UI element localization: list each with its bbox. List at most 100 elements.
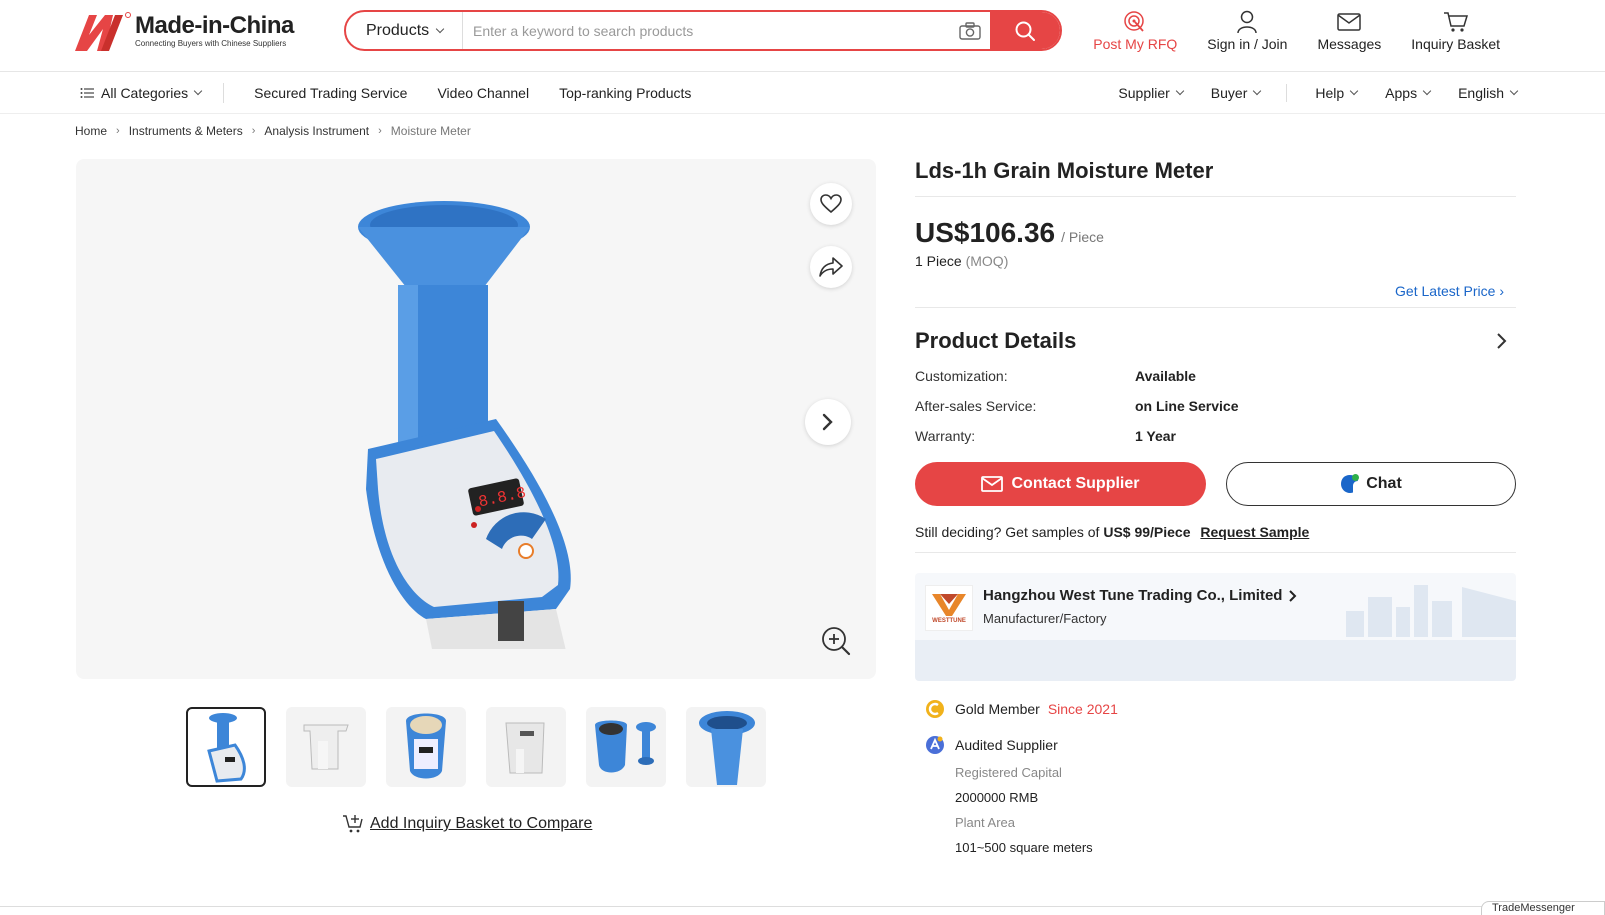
audited-supplier-label: Audited Supplier	[955, 737, 1058, 753]
favorite-button[interactable]	[810, 183, 852, 225]
nav-link-top-ranking[interactable]: Top-ranking Products	[559, 85, 691, 101]
search-icon	[1015, 21, 1035, 41]
supplier-type: Manufacturer/Factory	[983, 611, 1107, 626]
product-main-image[interactable]: 8.8.8	[346, 189, 606, 659]
supplier-name-link[interactable]: Hangzhou West Tune Trading Co., Limited	[983, 587, 1298, 604]
registered-capital-label: Registered Capital	[955, 765, 1062, 780]
nav-apps-menu[interactable]: Apps	[1385, 85, 1432, 101]
nav-supplier-label: Supplier	[1118, 85, 1170, 101]
sample-price: US$ 99/Piece	[1103, 524, 1191, 540]
product-gallery: 8.8.8	[76, 159, 876, 679]
inquiry-basket-button[interactable]: Inquiry Basket	[1396, 10, 1515, 52]
post-rfq-label: Post My RFQ	[1093, 36, 1178, 52]
product-details-header[interactable]: Product Details	[915, 328, 1516, 354]
site-header: Made-in-China Connecting Buyers with Chi…	[0, 0, 1605, 72]
chevron-down-icon	[1349, 86, 1359, 96]
nav-supplier-menu[interactable]: Supplier	[1118, 85, 1185, 101]
post-rfq-button[interactable]: Post My RFQ	[1078, 10, 1192, 52]
share-icon	[819, 257, 843, 277]
request-sample-link[interactable]: Request Sample	[1200, 524, 1309, 540]
thumbnail-2[interactable]	[286, 707, 366, 787]
list-icon	[80, 88, 94, 98]
chat-bubble-icon	[1341, 474, 1360, 493]
get-latest-price-label: Get Latest Price	[1395, 283, 1496, 299]
nav-link-secured-trading[interactable]: Secured Trading Service	[254, 85, 407, 101]
chat-button[interactable]: Chat	[1226, 462, 1516, 506]
main-nav: All Categories Secured Trading Service V…	[0, 72, 1605, 114]
search-category-select[interactable]: Products	[346, 12, 463, 49]
thumbnail-4[interactable]	[486, 707, 566, 787]
chevron-right-icon: ›	[378, 125, 382, 137]
site-logo[interactable]: Made-in-China Connecting Buyers with Chi…	[75, 10, 294, 52]
breadcrumb: Home › Instruments & Meters › Analysis I…	[75, 124, 471, 138]
next-image-button[interactable]	[805, 399, 851, 445]
chevron-down-icon	[1422, 86, 1432, 96]
zoom-button[interactable]	[820, 625, 852, 657]
logo-mark-icon	[75, 11, 131, 51]
member-since: Since 2021	[1047, 701, 1118, 717]
product-title: Lds-1h Grain Moisture Meter	[915, 158, 1516, 197]
chevron-right-icon	[1497, 333, 1507, 349]
detail-value: Available	[1135, 368, 1196, 384]
audited-supplier-badge: Audited Supplier	[915, 735, 1516, 755]
thumbnail-3[interactable]	[386, 707, 466, 787]
contact-supplier-label: Contact Supplier	[1011, 475, 1140, 492]
sign-in-button[interactable]: Sign in / Join	[1192, 10, 1302, 52]
envelope-icon	[981, 476, 1004, 492]
trade-messenger-label: TradeMessenger	[1492, 902, 1575, 914]
thumbnail-1[interactable]	[186, 707, 266, 787]
nav-link-video-channel[interactable]: Video Channel	[437, 85, 529, 101]
breadcrumb-analysis[interactable]: Analysis Instrument	[264, 124, 369, 138]
language-menu[interactable]: English	[1458, 85, 1519, 101]
nav-buyer-menu[interactable]: Buyer	[1211, 85, 1262, 101]
sample-text: Still deciding? Get samples of	[915, 524, 1100, 540]
chat-label: Chat	[1366, 475, 1402, 492]
detail-key: Customization:	[915, 368, 1008, 384]
envelope-icon	[1337, 10, 1362, 34]
thumbnail-6[interactable]	[686, 707, 766, 787]
chevron-down-icon	[1509, 86, 1519, 96]
add-to-compare-link[interactable]: Add Inquiry Basket to Compare	[342, 814, 592, 834]
rfq-target-icon	[1123, 10, 1147, 34]
detail-key: Warranty:	[915, 428, 976, 444]
camera-icon[interactable]	[950, 12, 990, 49]
thumbnail-5[interactable]	[586, 707, 666, 787]
search-bar: Products	[344, 10, 1062, 51]
product-price: US$106.36	[915, 217, 1056, 248]
registered-capital-value: 2000000 RMB	[955, 790, 1039, 805]
add-to-compare-label: Add Inquiry Basket to Compare	[370, 815, 593, 832]
all-categories-menu[interactable]: All Categories	[80, 83, 225, 103]
get-latest-price-link[interactable]: Get Latest Price ›	[1395, 283, 1504, 299]
breadcrumb-instruments[interactable]: Instruments & Meters	[129, 124, 243, 138]
cart-plus-icon	[343, 815, 363, 833]
logo-title: Made-in-China	[135, 12, 294, 39]
moq-label: (MOQ)	[965, 253, 1009, 269]
moq-value: 1 Piece	[915, 253, 962, 269]
skyline-decoration	[1346, 581, 1516, 640]
detail-row: After-sales Service: on Line Service	[915, 398, 1516, 414]
all-categories-label: All Categories	[101, 85, 189, 101]
detail-value: 1 Year	[1135, 428, 1177, 444]
chevron-right-icon: ›	[1499, 283, 1504, 299]
plant-area-label: Plant Area	[955, 815, 1015, 830]
product-details-title: Product Details	[915, 328, 1077, 353]
contact-supplier-button[interactable]: Contact Supplier	[915, 462, 1206, 506]
detail-row: Warranty: 1 Year	[915, 428, 1516, 444]
cart-icon	[1443, 10, 1469, 34]
messages-label: Messages	[1317, 36, 1382, 52]
product-info-panel: Lds-1h Grain Moisture Meter US$106.36 / …	[915, 158, 1516, 855]
logo-tagline: Connecting Buyers with Chinese Suppliers	[135, 39, 287, 48]
breadcrumb-home[interactable]: Home	[75, 124, 107, 138]
nav-help-menu[interactable]: Help	[1315, 85, 1359, 101]
trade-messenger-widget[interactable]: TradeMessenger	[1481, 901, 1605, 915]
chevron-down-icon	[193, 86, 203, 96]
search-button[interactable]	[990, 12, 1060, 49]
chevron-down-icon	[1175, 86, 1185, 96]
messages-button[interactable]: Messages	[1302, 10, 1396, 52]
supplier-logo-text: WESTTUNE	[932, 618, 966, 624]
search-input[interactable]	[463, 12, 950, 49]
gold-member-label: Gold Member	[955, 701, 1040, 717]
supplier-card[interactable]: WESTTUNE Hangzhou West Tune Trading Co.,…	[915, 573, 1516, 681]
thumbnail-strip	[186, 707, 766, 787]
share-button[interactable]	[810, 246, 852, 288]
